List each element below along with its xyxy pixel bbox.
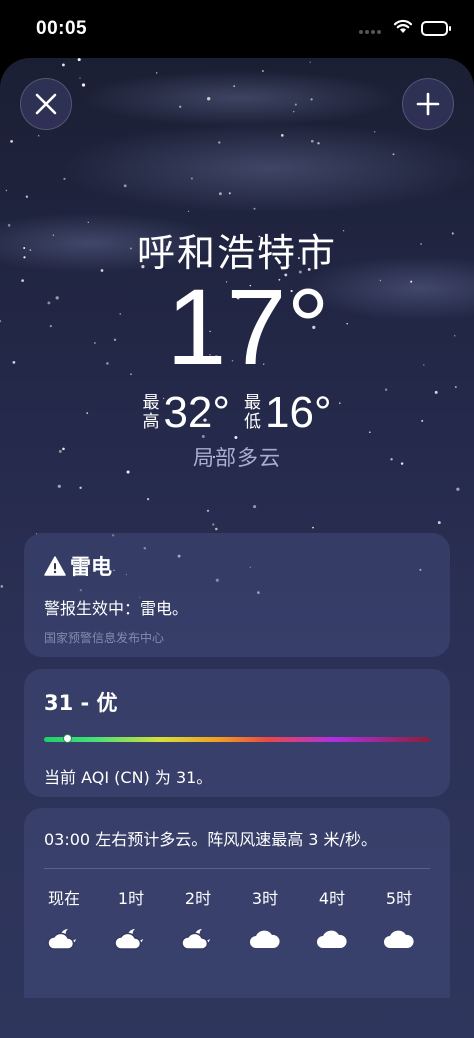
current-temperature: 17° xyxy=(166,266,330,387)
star xyxy=(218,192,222,196)
cloud-moon-icon xyxy=(107,927,155,953)
high-label-bottom: 高 xyxy=(142,412,160,432)
alert-body: 警报生效中：雷电。 xyxy=(44,599,189,618)
hour-label: 2时 xyxy=(184,889,212,908)
star xyxy=(187,210,190,212)
star xyxy=(206,509,210,512)
star xyxy=(309,61,311,63)
star xyxy=(10,140,13,143)
star xyxy=(207,97,211,101)
star xyxy=(179,105,182,108)
wifi-icon xyxy=(393,19,413,38)
star xyxy=(215,527,218,531)
star xyxy=(253,505,257,509)
alert-title: 雷电 xyxy=(70,555,112,579)
hour-label: 5时 xyxy=(385,889,413,908)
low-label: 最 低 xyxy=(244,394,261,432)
star xyxy=(373,131,376,133)
low-label-bottom: 低 xyxy=(244,412,261,432)
star xyxy=(456,487,460,491)
hour-label: 3时 xyxy=(251,889,279,908)
battery-icon xyxy=(421,21,451,36)
star xyxy=(312,526,314,529)
high-label-top: 最 xyxy=(142,393,160,413)
hourly-forecast-item: 1时 xyxy=(107,885,155,953)
star xyxy=(77,58,81,62)
star xyxy=(57,484,61,488)
star xyxy=(0,585,4,588)
hourly-forecast-card[interactable]: 03:00 左右预计多云。阵风风速最高 3 米/秒。 现在 1时 2时 3时 4时 5时 xyxy=(24,808,450,998)
warning-triangle-icon xyxy=(44,556,66,576)
aqi-scale-bar xyxy=(44,734,430,743)
alert-source: 国家预警信息发布中心 xyxy=(44,631,165,645)
cellular-dots-icon xyxy=(359,24,381,34)
high-temperature: 最 高 32° xyxy=(142,388,230,438)
air-quality-card[interactable]: 31 - 优 当前 AQI (CN) 为 31。 xyxy=(24,669,450,797)
cloud-moon-icon xyxy=(40,927,88,953)
star xyxy=(61,63,65,67)
status-time: 00:05 xyxy=(36,18,88,39)
hourly-forecast-item: 5时 xyxy=(375,885,423,953)
star xyxy=(5,189,8,192)
star xyxy=(37,134,40,137)
close-button[interactable] xyxy=(20,78,72,130)
star xyxy=(253,207,256,210)
hourly-forecast-item: 2时 xyxy=(174,885,222,953)
status-bar: 00:05 xyxy=(0,0,474,58)
hour-label: 4时 xyxy=(318,889,346,908)
star xyxy=(25,195,29,198)
low-label-top: 最 xyxy=(244,393,261,413)
cloud-icon xyxy=(308,927,356,953)
star xyxy=(123,184,127,188)
forecast-divider xyxy=(44,868,430,869)
hourly-forecast-item: 4时 xyxy=(308,885,356,953)
aqi-level-indicator xyxy=(63,734,73,743)
star xyxy=(317,142,320,145)
star xyxy=(63,177,66,180)
star xyxy=(233,85,236,88)
star xyxy=(190,177,193,180)
star xyxy=(310,139,314,143)
star xyxy=(293,111,295,113)
star xyxy=(81,83,86,87)
star xyxy=(218,141,221,144)
aqi-description: 当前 AQI (CN) 为 31。 xyxy=(44,768,213,787)
hourly-forecast-item: 3时 xyxy=(241,885,289,953)
hour-label: 1时 xyxy=(117,889,145,908)
plus-icon xyxy=(416,92,440,116)
hourly-forecast-item: 现在 xyxy=(40,885,88,953)
star xyxy=(146,497,150,501)
star xyxy=(79,77,81,79)
star xyxy=(228,192,231,195)
star xyxy=(392,153,395,156)
star xyxy=(280,134,284,137)
high-low-temperatures: 最 高 32° 最 低 16° xyxy=(0,388,474,438)
add-location-button[interactable] xyxy=(402,78,454,130)
weather-condition: 局部多云 xyxy=(193,446,281,470)
severe-weather-alert-card[interactable]: 雷电 警报生效中：雷电。 国家预警信息发布中心 xyxy=(24,533,450,657)
forecast-summary: 03:00 左右预计多云。阵风风速最高 3 米/秒。 xyxy=(44,830,377,849)
star xyxy=(156,72,158,74)
aqi-title: 31 - 优 xyxy=(44,691,118,715)
hour-label: 现在 xyxy=(47,889,80,908)
star xyxy=(212,523,215,526)
cloud-moon-icon xyxy=(174,927,222,953)
status-icons xyxy=(359,19,451,38)
cloud-icon xyxy=(241,927,289,953)
star xyxy=(261,70,264,72)
cloud-icon xyxy=(375,927,423,953)
high-label: 最 高 xyxy=(142,394,159,432)
star xyxy=(437,521,441,525)
alert-title-row: 雷电 xyxy=(44,551,430,581)
hourly-forecast-list[interactable]: 现在 1时 2时 3时 4时 5时 xyxy=(44,885,430,965)
star xyxy=(310,98,313,101)
star xyxy=(294,103,297,106)
close-icon xyxy=(35,93,57,115)
star xyxy=(79,486,82,490)
low-temperature: 最 低 16° xyxy=(244,388,332,438)
low-value: 16° xyxy=(265,388,332,437)
high-value: 32° xyxy=(163,388,230,437)
